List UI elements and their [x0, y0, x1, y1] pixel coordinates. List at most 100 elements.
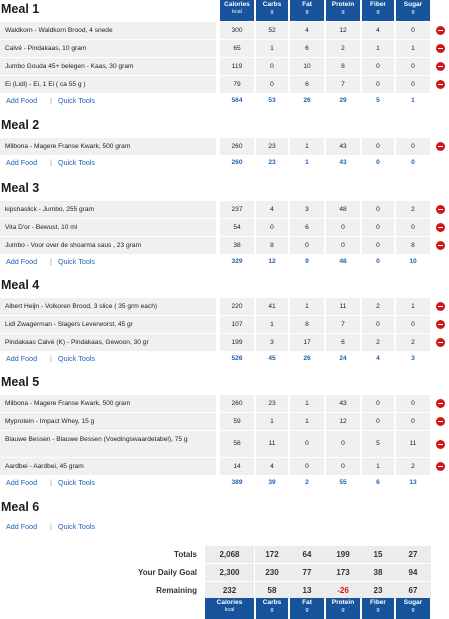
summary-value-carbs: 172: [255, 546, 289, 563]
delete-icon[interactable]: [436, 399, 445, 408]
food-name-link[interactable]: Milbona - Magere Franse Kwark, 500 gram: [0, 395, 216, 412]
meal-total-fiber: 0: [376, 258, 380, 265]
food-name-link[interactable]: Vita D'or - Bewust, 10 ml: [0, 219, 216, 236]
meal-total-calories: 329: [231, 258, 243, 265]
column-header-fat[interactable]: Fat g: [290, 598, 324, 619]
food-name-link[interactable]: Myprotein - Impact Whey, 15 g: [0, 413, 216, 430]
nutrient-value-calories: 38: [220, 237, 254, 254]
column-header-fiber[interactable]: Fiber g: [362, 598, 394, 619]
nutrient-value-carbs: 0: [256, 219, 288, 236]
quick-tools-link[interactable]: Quick Tools: [58, 96, 95, 105]
food-name-link[interactable]: Albert Heijn - Volkoren Brood, 3 slice (…: [0, 298, 216, 315]
nutrient-value-fat: 17: [290, 334, 324, 351]
food-name-link[interactable]: Waldkorn - Waldkorn Brood, 4 snede: [0, 22, 216, 39]
bottom-column-header: Calories kcal Carbs g Fat g Protein g Fiber g Suga…: [0, 598, 449, 619]
delete-icon[interactable]: [436, 62, 445, 71]
meal-total-sugar: 1: [411, 97, 415, 104]
nutrient-value-fat: 3: [290, 201, 324, 218]
column-header-protein[interactable]: Protein g: [326, 0, 360, 21]
food-name-link[interactable]: kipshaslick - Jumbo, 255 gram: [0, 201, 216, 218]
food-name-link[interactable]: Aardbei - Aardbei, 45 gram: [0, 458, 216, 475]
nutrient-value-fiber: 0: [362, 413, 394, 430]
food-name-link[interactable]: Ei (Lidl) - Ei, 1 Ei ( ca 55 g ): [0, 76, 216, 93]
column-header-label: Fat: [302, 599, 312, 606]
add-food-link[interactable]: Add Food: [6, 478, 37, 487]
add-food-link[interactable]: Add Food: [6, 257, 37, 266]
column-header-unit: g: [270, 606, 274, 613]
summary-value-sugar: 67: [395, 582, 431, 599]
nutrient-value-fiber: 2: [362, 334, 394, 351]
meal-total-calories: 564: [231, 97, 243, 104]
meal-total-sugar: 3: [411, 355, 415, 362]
nutrient-value-fiber: 0: [362, 201, 394, 218]
meal-total-carbs: 12: [268, 258, 276, 265]
column-header-fat[interactable]: Fat g: [290, 0, 324, 21]
column-header-sugar[interactable]: Sugar g: [396, 0, 430, 21]
delete-icon[interactable]: [436, 320, 445, 329]
food-name-link[interactable]: Pindakaas Calvé (K) - Pindakaas, Gewoon,…: [0, 334, 216, 351]
delete-icon[interactable]: [436, 241, 445, 250]
delete-icon[interactable]: [436, 302, 445, 311]
meal-title: Meal 2: [1, 118, 40, 132]
meal-title: Meal 3: [1, 181, 40, 195]
meal-total-fat: 2: [305, 479, 309, 486]
column-header-fiber[interactable]: Fiber g: [362, 0, 394, 21]
delete-icon[interactable]: [436, 338, 445, 347]
column-header-carbs[interactable]: Carbs g: [256, 598, 288, 619]
meal-total-protein: 55: [339, 479, 347, 486]
column-header-unit: g: [411, 8, 415, 15]
food-name-link[interactable]: Jumbo - Voor over de shoarma saus , 23 g…: [0, 237, 216, 254]
summary-value-fiber: 38: [361, 564, 395, 581]
column-header-carbs[interactable]: Carbs g: [256, 0, 288, 21]
column-header-label: Calories: [224, 1, 250, 8]
quick-tools-link[interactable]: Quick Tools: [58, 354, 95, 363]
add-food-link[interactable]: Add Food: [6, 96, 37, 105]
column-header-protein[interactable]: Protein g: [326, 598, 360, 619]
column-header-calories[interactable]: Calories kcal: [205, 598, 254, 619]
summary-value-fiber: 15: [361, 546, 395, 563]
delete-icon[interactable]: [436, 417, 445, 426]
delete-icon[interactable]: [436, 462, 445, 471]
column-header-sugar[interactable]: Sugar g: [396, 598, 430, 619]
nutrient-value-calories: 220: [220, 298, 254, 315]
nutrient-value-sugar: 0: [396, 138, 430, 155]
add-food-link[interactable]: Add Food: [6, 522, 37, 531]
food-name-link[interactable]: Calvé - Pindakaas, 10 gram: [0, 40, 216, 57]
quick-tools-link[interactable]: Quick Tools: [58, 522, 95, 531]
column-header-unit: g: [376, 606, 380, 613]
food-entry-row: Vita D'or - Bewust, 10 ml 54 0 6 0 0 0: [0, 219, 449, 236]
quick-tools-link[interactable]: Quick Tools: [58, 158, 95, 167]
food-name-link[interactable]: Lidl Zwagerman - Slagers Leverworst, 45 …: [0, 316, 216, 333]
food-entry-row: Milbona - Magere Franse Kwark, 500 gram 2…: [0, 395, 449, 412]
food-entry-row: Ei (Lidl) - Ei, 1 Ei ( ca 55 g ) 79 0 6 7 0 0: [0, 76, 449, 93]
nutrient-value-calories: 14: [220, 458, 254, 475]
column-header-label: Fiber: [370, 1, 386, 8]
nutrient-value-sugar: 11: [396, 431, 430, 457]
column-header-label: Sugar: [403, 599, 423, 606]
nutrient-value-fat: 6: [290, 76, 324, 93]
meal-total-carbs: 53: [268, 97, 276, 104]
nutrient-value-fiber: 4: [362, 22, 394, 39]
nutrient-value-protein: 12: [326, 413, 360, 430]
add-food-link[interactable]: Add Food: [6, 354, 37, 363]
add-food-link[interactable]: Add Food: [6, 158, 37, 167]
food-name-link[interactable]: Blauwe Bessen - Blauwe Bessen (Voedingsw…: [0, 431, 216, 457]
nutrient-value-sugar: 0: [396, 395, 430, 412]
column-header-calories[interactable]: Calories kcal: [220, 0, 254, 21]
food-name-link[interactable]: Jumbo Gouda 45+ belegen - Kaas, 30 gram: [0, 58, 216, 75]
delete-icon[interactable]: [436, 142, 445, 151]
nutrient-value-fiber: 1: [362, 40, 394, 57]
food-name-link[interactable]: Milbona - Magere Franse Kwark, 500 gram: [0, 138, 216, 155]
delete-icon[interactable]: [436, 44, 445, 53]
nutrient-value-protein: 8: [326, 58, 360, 75]
summary-label: Your Daily Goal: [138, 568, 197, 577]
quick-tools-link[interactable]: Quick Tools: [58, 257, 95, 266]
summary-value-fat: 77: [289, 564, 325, 581]
delete-icon[interactable]: [436, 80, 445, 89]
delete-icon[interactable]: [436, 223, 445, 232]
delete-icon[interactable]: [436, 440, 445, 449]
summary-value-calories: 232: [205, 582, 254, 599]
quick-tools-link[interactable]: Quick Tools: [58, 478, 95, 487]
delete-icon[interactable]: [436, 205, 445, 214]
delete-icon[interactable]: [436, 26, 445, 35]
